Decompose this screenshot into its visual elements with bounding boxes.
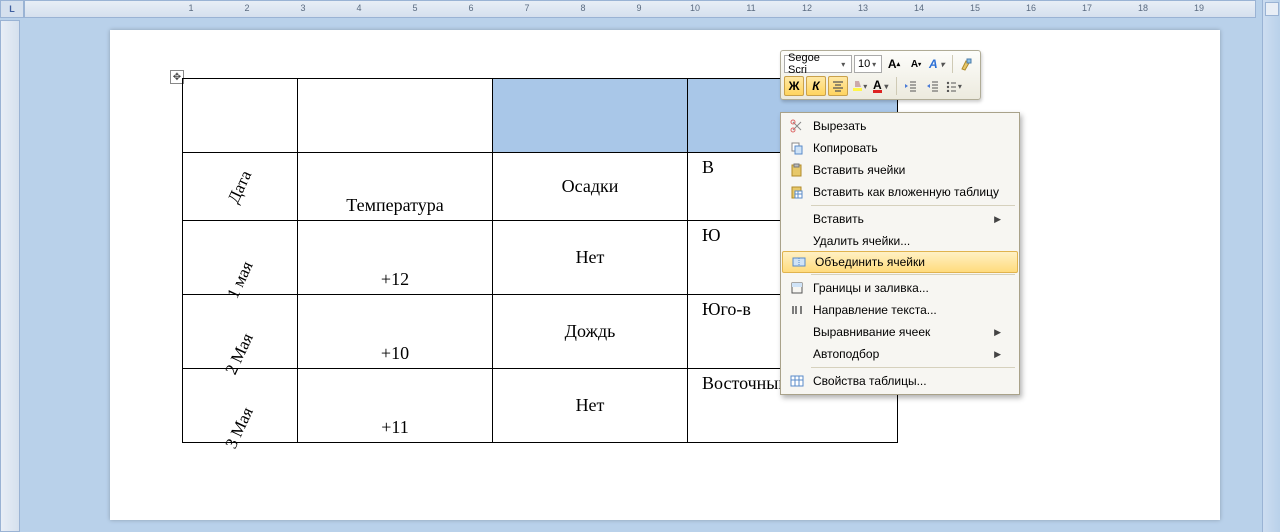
ruler-tick: 6 [468, 3, 473, 13]
copy-icon [790, 141, 804, 155]
italic-button[interactable]: К [806, 76, 826, 96]
ruler-tick: 2 [244, 3, 249, 13]
styles-button[interactable]: A▾ [928, 54, 948, 74]
format-painter-button[interactable] [957, 54, 977, 74]
menu-autofit[interactable]: Автоподбор ▶ [781, 343, 1019, 365]
decrease-indent-button[interactable] [901, 76, 921, 96]
font-size-combo[interactable]: 10▾ [854, 55, 882, 73]
menu-insert[interactable]: Вставить ▶ [781, 208, 1019, 230]
ruler-tick: 16 [1026, 3, 1036, 13]
ruler-corner: L [0, 0, 24, 18]
borders-icon [790, 281, 804, 295]
horizontal-ruler: 12345678910111213141516171819 [24, 0, 1256, 18]
table-cell-selected[interactable] [493, 79, 688, 153]
paste-table-icon [790, 185, 804, 199]
menu-text-direction[interactable]: Направление текста... [781, 299, 1019, 321]
table-cell-temp[interactable]: +11 [298, 369, 493, 443]
menu-table-properties[interactable]: Свойства таблицы... [781, 370, 1019, 392]
table-header-temp[interactable]: Температура [298, 153, 493, 221]
ruler-tick: 7 [524, 3, 529, 13]
table-header-precip[interactable]: Осадки [493, 153, 688, 221]
table-cell-date[interactable]: 2 Мая [183, 295, 298, 369]
table-cell-date[interactable]: 1 мая [183, 221, 298, 295]
menu-cell-align[interactable]: Выравнивание ячеек ▶ [781, 321, 1019, 343]
ruler-tick: 13 [858, 3, 868, 13]
table-cell-temp[interactable]: +12 [298, 221, 493, 295]
ruler-tick: 8 [580, 3, 585, 13]
ruler-tick: 3 [300, 3, 305, 13]
menu-merge-cells[interactable]: Объединить ячейки [782, 251, 1018, 273]
submenu-arrow-icon: ▶ [994, 327, 1001, 338]
table-cell-precip[interactable]: Нет [493, 369, 688, 443]
ruler-tick: 14 [914, 3, 924, 13]
align-center-icon [832, 80, 844, 92]
table-cell-date[interactable]: 3 Мая [183, 369, 298, 443]
bold-button[interactable]: Ж [784, 76, 804, 96]
submenu-arrow-icon: ▶ [994, 214, 1001, 225]
ruler-tick: 19 [1194, 3, 1204, 13]
ruler-tick: 1 [188, 3, 193, 13]
document-page: ✥ Дата Температура Осадки В 1 мая +12 Не… [110, 30, 1220, 520]
menu-cut[interactable]: Вырезать [781, 115, 1019, 137]
increase-indent-button[interactable] [923, 76, 943, 96]
ruler-tick: 10 [690, 3, 700, 13]
align-center-button[interactable] [828, 76, 848, 96]
shrink-font-button[interactable]: A▾ [906, 54, 926, 74]
ruler-tick: 18 [1138, 3, 1148, 13]
table-cell-temp[interactable]: +10 [298, 295, 493, 369]
highlight-icon [851, 79, 862, 93]
vertical-ruler [0, 20, 20, 532]
bullets-icon [946, 80, 956, 92]
scrollbar-vertical[interactable] [1262, 0, 1280, 532]
context-menu: Вырезать Копировать Вставить ячейки Вста… [780, 112, 1020, 395]
table-cell[interactable] [183, 79, 298, 153]
ruler-tick: 12 [802, 3, 812, 13]
paintbrush-icon [960, 57, 974, 71]
table-cell[interactable] [298, 79, 493, 153]
ruler-tick: 11 [746, 3, 755, 13]
menu-borders-fill[interactable]: Границы и заливка... [781, 277, 1019, 299]
menu-paste-cells[interactable]: Вставить ячейки [781, 159, 1019, 181]
scroll-option-icon[interactable] [1265, 2, 1279, 16]
font-name-combo[interactable]: Segoe Scri▾ [784, 55, 852, 73]
submenu-arrow-icon: ▶ [994, 349, 1001, 360]
table-cell-precip[interactable]: Дождь [493, 295, 688, 369]
menu-copy[interactable]: Копировать [781, 137, 1019, 159]
ruler-tick: 5 [412, 3, 417, 13]
merge-cells-icon [792, 255, 806, 269]
outdent-icon [905, 80, 917, 92]
menu-delete-cells[interactable]: Удалить ячейки... [781, 230, 1019, 252]
ruler-tick: 9 [636, 3, 641, 13]
indent-icon [927, 80, 939, 92]
bullets-button[interactable]: ▾ [945, 76, 965, 96]
menu-paste-nested[interactable]: Вставить как вложенную таблицу [781, 181, 1019, 203]
ruler-tick: 15 [970, 3, 980, 13]
table-cell-precip[interactable]: Нет [493, 221, 688, 295]
font-color-button[interactable]: A▾ [872, 76, 892, 96]
table-props-icon [790, 374, 804, 388]
paste-icon [790, 163, 804, 177]
text-direction-icon [790, 303, 804, 317]
grow-font-button[interactable]: A▴ [884, 54, 904, 74]
table-header-date[interactable]: Дата [183, 153, 298, 221]
ruler-tick: 4 [356, 3, 361, 13]
ruler-tick: 17 [1082, 3, 1092, 13]
scissors-icon [790, 119, 804, 133]
highlight-button[interactable]: ▾ [850, 76, 870, 96]
mini-toolbar: Segoe Scri▾ 10▾ A▴ A▾ A▾ Ж К ▾ A▾ [780, 50, 981, 100]
